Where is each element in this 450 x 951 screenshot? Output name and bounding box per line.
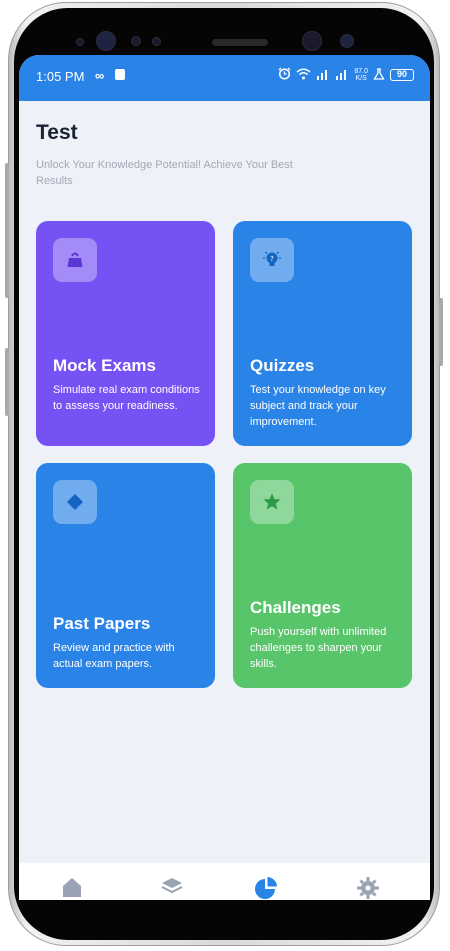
iris-sensor-icon xyxy=(340,34,354,48)
nav-settings[interactable] xyxy=(353,875,383,900)
diamond-icon xyxy=(53,480,97,524)
lightbulb-icon: ? xyxy=(250,238,294,282)
status-icons: 87.0 K/S 90 xyxy=(278,67,414,83)
status-time: 1:05 PM xyxy=(36,69,85,84)
star-badge-icon xyxy=(250,480,294,524)
network-speed-value: 87.0 xyxy=(354,68,368,75)
card-description: Push yourself with unlimited challenges … xyxy=(250,626,387,670)
card-description: Review and practice with actual exam pap… xyxy=(53,642,175,670)
front-camera-icon xyxy=(96,31,116,51)
nav-tests[interactable] xyxy=(251,875,281,900)
sensor-dot-icon xyxy=(131,36,141,46)
challenges-card[interactable]: Challenges Push yourself with unlimited … xyxy=(233,463,412,688)
volume-button xyxy=(5,163,9,298)
sensor-dot-icon xyxy=(152,37,161,46)
card-description: Simulate real exam conditions to assess … xyxy=(53,384,200,412)
signal-icon xyxy=(316,68,330,83)
past-papers-card[interactable]: Past Papers Review and practice with act… xyxy=(36,463,215,688)
alarm-icon xyxy=(278,67,291,83)
card-title: Past Papers xyxy=(53,614,151,633)
power-button xyxy=(439,298,443,366)
battery-icon: 90 xyxy=(390,69,414,81)
wifi-icon xyxy=(296,68,311,83)
app-screen: 1:05 PM ∞ 87.0 K/S 90 Test Unlock Your K… xyxy=(19,55,430,900)
nav-home[interactable] xyxy=(57,875,87,900)
exam-bag-icon xyxy=(53,238,97,282)
sensor-dot-icon xyxy=(76,38,84,46)
mock-exams-card[interactable]: Mock Exams Simulate real exam conditions… xyxy=(36,221,215,446)
layers-icon xyxy=(160,875,184,900)
flask-icon xyxy=(373,67,385,83)
status-bar: 1:05 PM ∞ 87.0 K/S 90 xyxy=(19,55,430,101)
notification-icon xyxy=(115,69,125,80)
infinity-icon: ∞ xyxy=(95,68,105,83)
card-title: Challenges xyxy=(250,598,341,617)
svg-text:?: ? xyxy=(270,255,274,263)
proximity-sensor-icon xyxy=(302,31,322,51)
bixby-button xyxy=(5,348,9,416)
signal-icon xyxy=(335,68,349,83)
card-title: Mock Exams xyxy=(53,356,156,375)
settings-icon xyxy=(356,875,380,900)
card-title: Quizzes xyxy=(250,356,315,375)
network-speed-unit: K/S xyxy=(355,75,367,82)
card-description: Test your knowledge on key subject and t… xyxy=(250,384,386,428)
page-title: Test xyxy=(36,121,78,144)
home-icon xyxy=(60,875,84,900)
nav-layers[interactable] xyxy=(157,875,187,900)
bottom-nav xyxy=(19,863,430,900)
camera-row xyxy=(14,30,434,56)
quizzes-card[interactable]: ? Quizzes Test your knowledge on key sub… xyxy=(233,221,412,446)
network-speed: 87.0 K/S xyxy=(354,68,368,82)
earpiece-speaker xyxy=(212,39,268,46)
pie-chart-icon xyxy=(253,875,279,900)
page-subtitle: Unlock Your Knowledge Potential! Achieve… xyxy=(36,159,293,187)
